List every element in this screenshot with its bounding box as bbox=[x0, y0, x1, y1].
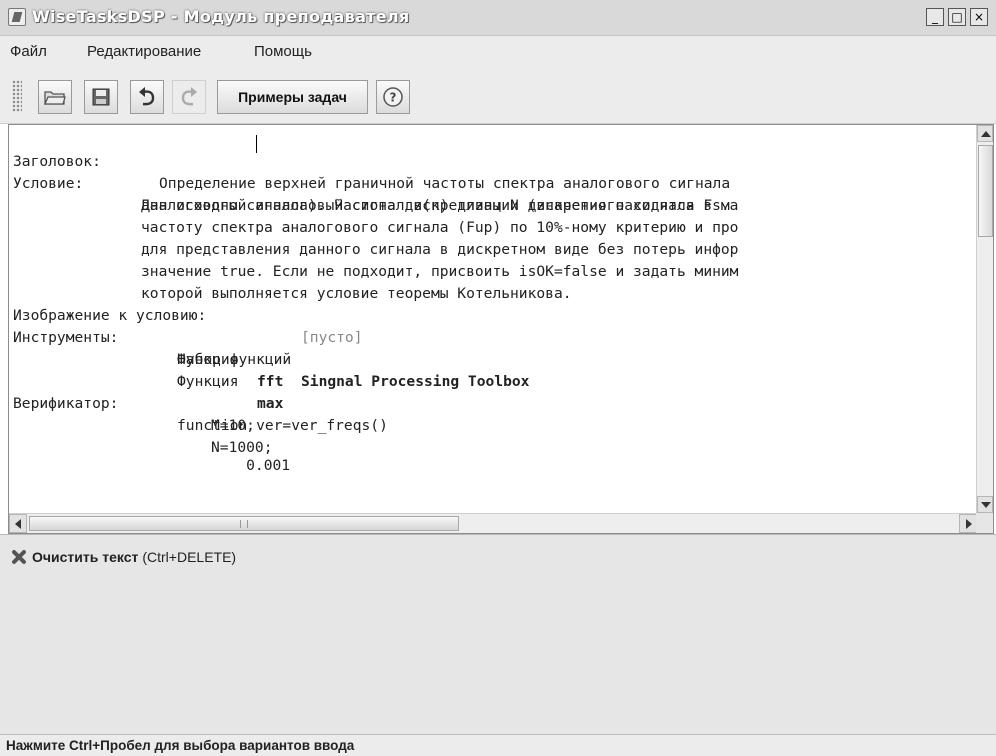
clear-x-icon bbox=[10, 548, 28, 566]
line-image: Изображение к условию: [пусто] bbox=[9, 283, 977, 346]
line-tools-0: Инструменты: Набор функций Singnal Proce… bbox=[9, 305, 977, 390]
title-bar: WiseTasksDSP - Модуль преподавателя _ □ … bbox=[0, 0, 996, 36]
line-condition-3: для представления данного сигнала в диск… bbox=[9, 217, 977, 258]
line-condition-4: значение true. Если не подходит, присвои… bbox=[9, 239, 977, 280]
help-button[interactable]: ? bbox=[376, 80, 410, 114]
toolbar-grip[interactable] bbox=[12, 80, 22, 112]
svg-text:?: ? bbox=[390, 91, 397, 105]
verifier-line: 0.001 bbox=[211, 457, 291, 474]
line-title: Заголовок: Определение верхней граничной… bbox=[9, 129, 977, 192]
line-tools-1: Функция fft bbox=[9, 327, 977, 390]
minimize-button[interactable]: _ bbox=[926, 8, 944, 26]
undo-button[interactable] bbox=[130, 80, 164, 114]
scroll-right-button[interactable] bbox=[959, 514, 977, 533]
undo-icon bbox=[139, 87, 155, 106]
line-verifier-3: 0.001 bbox=[9, 433, 977, 474]
open-button[interactable] bbox=[38, 80, 72, 114]
save-button[interactable] bbox=[84, 80, 118, 114]
line-condition-5: которой выполняется условие теоремы Коте… bbox=[9, 261, 977, 302]
window-title: WiseTasksDSP - Модуль преподавателя bbox=[32, 7, 410, 26]
scroll-down-button[interactable] bbox=[977, 496, 993, 513]
line-verifier-0: Верификатор: function ver=ver_freqs() bbox=[9, 371, 977, 434]
suggestions-panel: Очистить текст (Ctrl+DELETE) bbox=[0, 534, 996, 734]
redo-icon bbox=[181, 87, 197, 106]
arrow-right-icon bbox=[966, 519, 972, 529]
help-icon: ? bbox=[383, 87, 403, 107]
task-editor[interactable]: Заголовок: Определение верхней граничной… bbox=[8, 124, 994, 534]
scroll-left-button[interactable] bbox=[9, 514, 27, 533]
vertical-scroll-thumb[interactable] bbox=[978, 145, 993, 237]
line-condition-2: частоту спектра аналогового сигнала (Fup… bbox=[9, 195, 977, 236]
menu-file[interactable]: Файл bbox=[10, 43, 47, 60]
menu-bar: Файл Редактирование Помощь bbox=[0, 36, 996, 66]
redo-button[interactable] bbox=[172, 80, 206, 114]
arrow-up-icon bbox=[981, 131, 991, 137]
clear-text-label: Очистить текст bbox=[32, 549, 139, 565]
vertical-scrollbar[interactable] bbox=[976, 125, 993, 513]
horizontal-scroll-thumb[interactable] bbox=[29, 516, 459, 531]
horizontal-scrollbar[interactable] bbox=[9, 513, 977, 533]
menu-help[interactable]: Помощь bbox=[254, 43, 312, 60]
status-bar: Нажмите Ctrl+Пробел для выбора вариантов… bbox=[0, 734, 996, 756]
scroll-corner bbox=[976, 513, 993, 533]
examples-button[interactable]: Примеры задач bbox=[217, 80, 368, 114]
clear-text-button[interactable]: Очистить текст (Ctrl+DELETE) bbox=[10, 545, 236, 569]
clear-shortcut: (Ctrl+DELETE) bbox=[142, 549, 237, 565]
maximize-button[interactable]: □ bbox=[948, 8, 966, 26]
menu-edit[interactable]: Редактирование bbox=[87, 43, 201, 60]
arrow-left-icon bbox=[15, 519, 21, 529]
line-tools-2: Функция max bbox=[9, 349, 977, 412]
close-button[interactable]: × bbox=[970, 8, 988, 26]
line-condition-1: аналогового сигнала). Частота дискретиза… bbox=[9, 173, 977, 214]
scroll-up-button[interactable] bbox=[977, 125, 993, 142]
toolbar: Примеры задач ? bbox=[0, 66, 996, 124]
save-disk-icon bbox=[92, 88, 110, 106]
line-condition-0: Условие: Дан исходный аналоговый сигнал … bbox=[9, 151, 977, 214]
editor-text-area[interactable]: Заголовок: Определение верхней граничной… bbox=[9, 125, 977, 513]
line-verifier-1: M=10; bbox=[9, 393, 977, 434]
app-icon bbox=[8, 8, 26, 26]
arrow-down-icon bbox=[981, 502, 991, 508]
open-folder-icon bbox=[44, 91, 66, 105]
